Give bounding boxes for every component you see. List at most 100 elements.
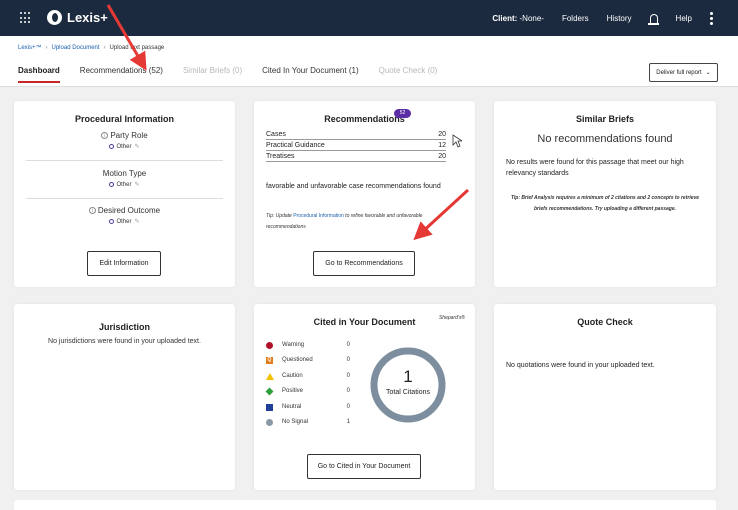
signal-row-neutral[interactable]: Neutral 0 [266,402,350,412]
warning-signal-icon [266,341,273,349]
quote-check-title: Quote Check [577,317,633,327]
tip-prefix: Tip: Update [266,213,294,219]
tab-quote-check-label: Quote Check [378,66,426,75]
pencil-edit-icon[interactable]: ✎ [134,219,139,225]
client-value: -None- [519,13,544,23]
breadcrumb-separator-icon: › [103,45,106,51]
tab-quote-check-count: (0) [427,66,438,75]
signal-name: Warning [282,342,305,348]
breadcrumb: Lexis+™ › Upload Document › Upload text … [18,45,164,51]
go-to-cited-label: Go to Cited in Your Document [317,463,411,470]
client-selector[interactable]: Client: -None- [492,14,544,23]
signal-count: 1 [346,419,350,425]
jurisdiction-title: Jurisdiction [98,322,150,332]
pencil-edit-icon[interactable]: ✎ [134,182,139,188]
breadcrumb-upload-document[interactable]: Upload Document [52,45,100,51]
procedural-information-card: Procedural Information i Party Role Other… [14,101,235,287]
top-navigation-bar: Lexis+ Client: -None- Folders History He… [0,0,738,36]
info-icon[interactable]: i [101,132,109,140]
motion-type-value: Other [116,182,132,188]
recommendations-card: Recommendations 52 Cases 20 Practical Gui… [254,101,475,287]
motion-type-section: Motion Type Other ✎ [14,169,235,188]
desired-outcome-label: Desired Outcome [97,206,161,215]
deliver-full-report-label: Deliver full report [656,69,702,76]
nav-history[interactable]: History [607,14,632,23]
signal-count: 0 [346,357,350,363]
signal-count: 0 [346,388,350,394]
signal-name: Caution [282,373,303,379]
desired-outcome-section: i Desired Outcome Other ✎ [14,206,235,225]
signal-name: No Signal [282,419,309,425]
rec-row-cases[interactable]: Cases 20 [266,131,446,140]
more-menu-icon[interactable] [710,11,713,25]
tab-quote-check[interactable]: Quote Check (0) [379,66,438,85]
app-grid-icon[interactable] [20,12,32,24]
tab-recommendations-label: Recommendations [79,66,147,75]
rec-treatises-value: 20 [438,153,446,160]
tab-cited-count: (1) [348,66,359,75]
bottom-card-edge [14,500,716,510]
tab-cited-label: Cited In Your Document [262,66,347,75]
recommendations-count-badge: 52 [394,109,411,118]
signal-row-caution[interactable]: Caution 0 [266,371,350,381]
nav-help[interactable]: Help [676,14,692,23]
positive-signal-icon [265,387,274,395]
tab-similar-briefs-label: Similar Briefs [182,66,231,75]
deliver-full-report-button[interactable]: Deliver full report ⌄ [649,63,718,82]
notifications-bell-icon[interactable] [647,13,659,25]
rec-treatises-label: Treatises [266,153,295,160]
radio-icon [109,181,115,187]
info-icon[interactable]: i [88,207,96,215]
rec-practical-value: 12 [438,142,446,149]
go-to-cited-button[interactable]: Go to Cited in Your Document [307,454,421,479]
tab-recommendations[interactable]: Recommendations (52) [80,66,163,85]
signal-count: 0 [346,373,350,379]
jurisdiction-card: Jurisdiction No jurisdictions were found… [14,304,235,490]
no-signal-icon [266,418,273,426]
rec-practical-label: Practical Guidance [266,142,325,149]
signal-count: 0 [346,342,350,348]
go-to-recommendations-button[interactable]: Go to Recommendations [313,251,415,276]
questioned-signal-icon: Q [266,356,273,364]
sub-header: Lexis+™ › Upload Document › Upload text … [0,36,738,87]
signal-row-positive[interactable]: Positive 0 [265,386,350,396]
tab-cited[interactable]: Cited In Your Document (1) [262,66,359,85]
no-recommendations-heading: No recommendations found [537,133,673,145]
go-to-recommendations-label: Go to Recommendations [325,260,403,267]
signal-row-questioned[interactable]: Q Questioned 0 [266,355,350,365]
nav-folders[interactable]: Folders [562,14,589,23]
tab-recommendations-count: (52) [148,66,163,75]
quote-check-card: Quote Check No quotations were found in … [494,304,716,490]
signal-count: 0 [346,404,350,410]
rec-row-treatises[interactable]: Treatises 20 [266,153,446,162]
tab-similar-briefs-count: (0) [232,66,243,75]
tab-bar: Dashboard Recommendations (52) Similar B… [18,66,457,85]
signal-row-warning[interactable]: Warning 0 [266,340,350,350]
pencil-edit-icon[interactable]: ✎ [134,144,139,150]
cited-in-document-card: Cited in Your Document Shepard's® Warnin… [254,304,475,490]
tab-similar-briefs[interactable]: Similar Briefs (0) [183,66,242,85]
lexis-logo[interactable]: Lexis+ [47,10,108,25]
recommendations-tip: Tip: Update Procedural Information to re… [266,211,456,233]
party-role-value: Other [116,144,132,150]
breadcrumb-lexis[interactable]: Lexis+™ [18,45,42,51]
signal-name: Questioned [282,357,313,363]
edit-information-button[interactable]: Edit Information [87,251,161,276]
party-role-section: i Party Role Other ✎ [14,131,235,150]
procedural-title: Procedural Information [74,114,174,124]
edit-information-label: Edit Information [99,260,149,267]
total-citations-number: 1 [403,367,413,386]
procedural-information-link[interactable]: Procedural Information [293,213,344,219]
party-role-label: Party Role [110,131,148,140]
tab-dashboard-label: Dashboard [18,66,60,75]
quote-check-text: No quotations were found in your uploade… [506,362,655,369]
tab-dashboard[interactable]: Dashboard [18,66,60,85]
signal-row-no-signal[interactable]: No Signal 1 [266,417,350,427]
divider [26,160,223,161]
logo-text: Lexis+ [67,10,108,25]
radio-icon [109,218,115,224]
total-citations-label: Total Citations [386,389,430,396]
client-label: Client: [492,13,518,23]
caution-signal-icon [266,372,274,380]
rec-row-practical-guidance[interactable]: Practical Guidance 12 [266,142,446,151]
